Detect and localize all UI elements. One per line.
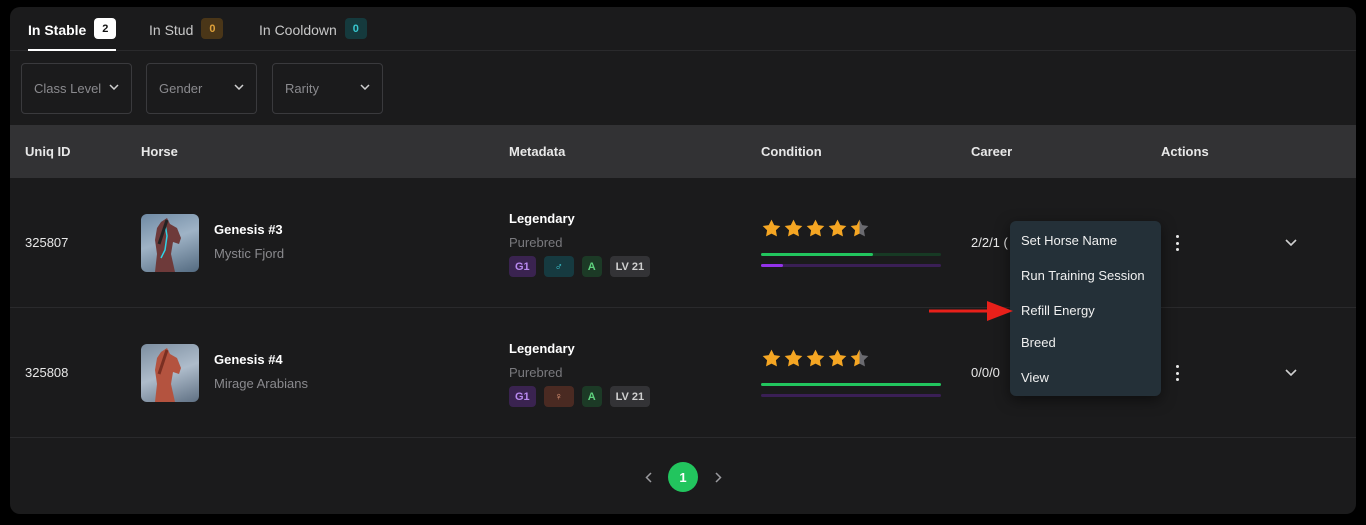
star-icon — [762, 219, 781, 237]
menu-item-refill-energy[interactable]: Refill Energy — [1021, 303, 1095, 318]
column-header-uid: Uniq ID — [25, 144, 71, 159]
star-icon — [784, 349, 803, 367]
level-badge: LV 21 — [609, 386, 651, 407]
health-bar-fill — [761, 383, 941, 386]
tab-in-stable[interactable]: In Stable 2 — [28, 17, 117, 51]
star-icon — [806, 349, 825, 367]
female-icon: ♀ — [543, 386, 574, 407]
filter-placeholder: Gender — [159, 81, 203, 96]
chevron-down-icon — [234, 84, 244, 90]
career-record: 0/0/0 — [971, 365, 1000, 380]
tab-label: In Stud — [149, 22, 194, 38]
tab-in-cooldown[interactable]: In Cooldown 0 — [259, 17, 367, 51]
column-header-actions: Actions — [1161, 144, 1209, 159]
horse-tags: G1 ♀ A LV 21 — [509, 386, 651, 407]
filter-placeholder: Class Level — [34, 81, 102, 96]
horse-bloodline: Purebred — [509, 235, 563, 250]
chevron-down-icon[interactable] — [1285, 239, 1297, 246]
rarity-filter[interactable]: Rarity — [272, 63, 383, 114]
star-icon — [762, 349, 781, 367]
menu-item-view[interactable]: View — [1021, 370, 1049, 385]
star-rating — [761, 218, 870, 238]
health-bar — [761, 253, 941, 256]
generation-badge: G1 — [509, 386, 536, 407]
grade-badge: A — [581, 256, 602, 277]
energy-bar — [761, 264, 941, 267]
star-icon — [850, 349, 869, 367]
actions-menu: Set Horse Name Run Training Session Refi… — [1010, 221, 1161, 396]
horse-breed: Mystic Fjord — [214, 246, 285, 261]
page-number-button[interactable]: 1 — [668, 462, 698, 492]
table-header: Uniq ID Horse Metadata Condition Career … — [10, 125, 1356, 178]
level-badge: LV 21 — [609, 256, 651, 277]
chevron-left-icon — [644, 471, 652, 483]
stable-panel: In Stable 2 In Stud 0 In Cooldown 0 Clas… — [10, 7, 1356, 514]
more-actions-icon[interactable] — [1170, 363, 1184, 383]
horse-breed: Mirage Arabians — [214, 376, 308, 391]
column-header-career: Career — [971, 144, 1013, 159]
star-rating — [761, 348, 870, 368]
horse-bloodline: Purebred — [509, 365, 563, 380]
column-header-condition: Condition — [761, 144, 822, 159]
horse-avatar[interactable] — [141, 344, 199, 402]
chevron-down-icon — [109, 84, 119, 90]
grade-badge: A — [581, 386, 602, 407]
horse-name: Genesis #3 — [214, 222, 283, 237]
tab-count-badge: 0 — [201, 18, 224, 39]
prev-page-button[interactable] — [633, 462, 663, 492]
chevron-down-icon[interactable] — [1285, 369, 1297, 376]
horse-name: Genesis #4 — [214, 352, 283, 367]
menu-item-run-training-session[interactable]: Run Training Session — [1021, 268, 1145, 283]
chevron-right-icon — [714, 471, 722, 483]
star-icon — [828, 219, 847, 237]
horse-image — [155, 218, 181, 272]
filter-placeholder: Rarity — [285, 81, 319, 96]
energy-bar-fill — [761, 264, 783, 267]
tab-label: In Stable — [28, 22, 87, 38]
next-page-button[interactable] — [703, 462, 733, 492]
health-bar-fill — [761, 253, 873, 256]
horse-image — [155, 348, 181, 402]
horse-avatar[interactable] — [141, 214, 199, 272]
career-record: 2/2/1 ( — [971, 235, 1008, 250]
energy-bar — [761, 394, 941, 397]
tab-count-badge: 0 — [344, 18, 367, 39]
tab-in-stud[interactable]: In Stud 0 — [149, 17, 224, 51]
column-header-horse: Horse — [141, 144, 178, 159]
horse-rarity: Legendary — [509, 341, 575, 356]
health-bar — [761, 383, 941, 386]
chevron-down-icon — [360, 84, 370, 90]
star-icon — [850, 219, 869, 237]
tab-count-badge: 2 — [94, 18, 117, 39]
horse-tags: G1 ♂ A LV 21 — [509, 256, 651, 277]
pointer-arrow-icon — [929, 301, 1013, 321]
menu-item-breed[interactable]: Breed — [1021, 335, 1056, 350]
tab-label: In Cooldown — [259, 22, 337, 38]
gender-filter[interactable]: Gender — [146, 63, 257, 114]
more-actions-icon[interactable] — [1170, 233, 1184, 253]
horse-uid: 325807 — [25, 235, 69, 250]
tab-bar: In Stable 2 In Stud 0 In Cooldown 0 — [10, 7, 1356, 51]
horse-rarity: Legendary — [509, 211, 575, 226]
star-icon — [828, 349, 847, 367]
horse-uid: 325808 — [25, 365, 69, 380]
column-header-metadata: Metadata — [509, 144, 566, 159]
male-icon: ♂ — [543, 256, 574, 277]
class-level-filter[interactable]: Class Level — [21, 63, 132, 114]
star-icon — [784, 219, 803, 237]
pagination: 1 — [10, 462, 1356, 492]
menu-item-set-horse-name[interactable]: Set Horse Name — [1021, 233, 1117, 248]
generation-badge: G1 — [509, 256, 536, 277]
star-icon — [806, 219, 825, 237]
